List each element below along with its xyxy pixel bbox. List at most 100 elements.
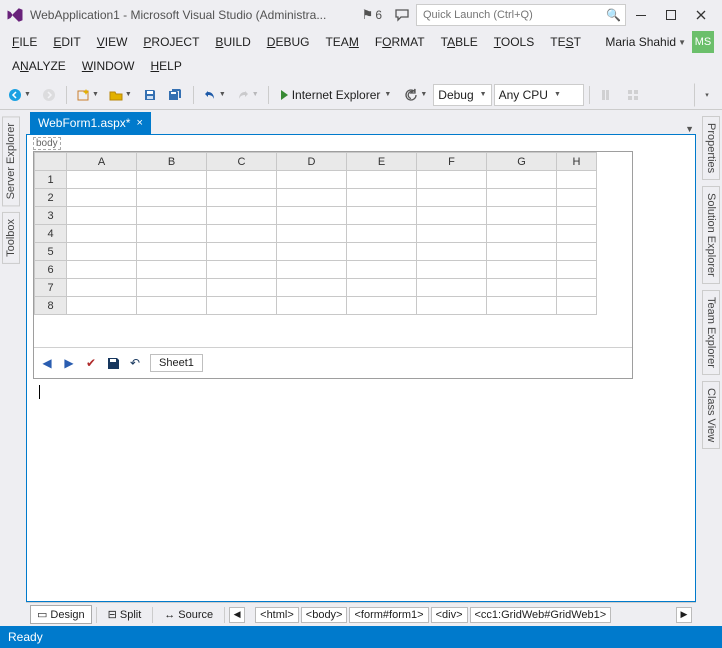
- row-header[interactable]: 2: [35, 189, 67, 207]
- crumb-gridweb[interactable]: <cc1:GridWeb#GridWeb1>: [470, 607, 612, 623]
- right-tool-tabs: Properties Solution Explorer Team Explor…: [700, 110, 722, 626]
- menu-help[interactable]: HELP: [142, 57, 189, 75]
- menu-view[interactable]: VIEW: [89, 33, 136, 51]
- start-debug-button[interactable]: Internet Explorer ▼: [274, 83, 399, 107]
- gridweb-control[interactable]: A B C D E F G H 1 2 3 4 5 6 7: [33, 151, 633, 379]
- user-name[interactable]: Maria Shahid: [605, 35, 676, 49]
- tab-toolbox[interactable]: Toolbox: [2, 212, 20, 264]
- col-header[interactable]: C: [207, 153, 277, 171]
- flag-icon: ⚑: [362, 7, 374, 23]
- grid-commit-icon[interactable]: ✔: [84, 356, 98, 370]
- grid-save-icon[interactable]: [106, 356, 120, 370]
- row-header[interactable]: 5: [35, 243, 67, 261]
- menu-build[interactable]: BUILD: [207, 33, 258, 51]
- nav-forward-button[interactable]: [37, 83, 61, 107]
- new-project-button[interactable]: ▼: [72, 83, 103, 107]
- view-split-button[interactable]: ⊟ Split: [101, 605, 149, 624]
- menu-tools[interactable]: TOOLS: [486, 33, 542, 51]
- crumb-form[interactable]: <form#form1>: [349, 607, 428, 623]
- col-header[interactable]: B: [137, 153, 207, 171]
- col-header[interactable]: E: [347, 153, 417, 171]
- col-header[interactable]: F: [417, 153, 487, 171]
- left-tool-tabs: Server Explorer Toolbox: [0, 110, 22, 626]
- save-button[interactable]: [138, 83, 162, 107]
- search-icon: 🔍: [606, 8, 621, 22]
- col-header[interactable]: D: [277, 153, 347, 171]
- menu-test[interactable]: TEST: [542, 33, 589, 51]
- select-all-corner[interactable]: [35, 153, 67, 171]
- col-header[interactable]: A: [67, 153, 137, 171]
- tab-properties[interactable]: Properties: [702, 116, 720, 180]
- view-design-button[interactable]: ▭ Design: [30, 605, 92, 624]
- notification-count: 6: [375, 8, 382, 22]
- close-button[interactable]: [686, 0, 716, 30]
- quick-launch[interactable]: 🔍: [416, 4, 626, 26]
- maximize-button[interactable]: [656, 0, 686, 30]
- row-header[interactable]: 1: [35, 171, 67, 189]
- menu-debug[interactable]: DEBUG: [259, 33, 318, 51]
- avatar[interactable]: MS: [692, 31, 714, 53]
- menu-window[interactable]: WINDOW: [74, 57, 143, 75]
- solution-platform-combo[interactable]: Any CPU▼: [494, 84, 584, 106]
- row-header[interactable]: 4: [35, 225, 67, 243]
- solution-config-combo[interactable]: Debug▼: [433, 84, 491, 106]
- start-debug-label: Internet Explorer: [292, 88, 381, 102]
- browser-refresh-button[interactable]: ▼: [400, 83, 431, 107]
- crumb-body[interactable]: <body>: [301, 607, 348, 623]
- feedback-icon[interactable]: [394, 7, 410, 23]
- menu-team[interactable]: TEAM: [317, 33, 366, 51]
- designer-surface[interactable]: body A B C D E F G H 1: [26, 134, 696, 602]
- row-header[interactable]: 6: [35, 261, 67, 279]
- toolbar-extra-2[interactable]: [621, 83, 645, 107]
- chevron-down-icon[interactable]: ▼: [678, 38, 686, 47]
- menu-project[interactable]: PROJECT: [135, 33, 207, 51]
- menu-bar-row1: FILE EDIT VIEW PROJECT BUILD DEBUG TEAM …: [0, 30, 722, 54]
- view-source-button[interactable]: ↔ Source: [157, 606, 220, 624]
- menu-format[interactable]: FORMAT: [367, 33, 433, 51]
- title-bar: WebApplication1 - Microsoft Visual Studi…: [0, 0, 722, 30]
- source-icon: ↔: [164, 609, 175, 621]
- save-all-button[interactable]: [164, 83, 188, 107]
- spreadsheet[interactable]: A B C D E F G H 1 2 3 4 5 6 7: [34, 152, 597, 315]
- minimize-button[interactable]: [626, 0, 656, 30]
- menu-file[interactable]: FILE: [4, 33, 45, 51]
- standard-toolbar: ▼ ▼ ▼ ▼ ▼ Internet Explorer ▼ ▼ Debug▼ A…: [0, 80, 722, 110]
- grid-prev-icon[interactable]: ◀: [40, 356, 54, 370]
- doc-tab-webform1[interactable]: WebForm1.aspx* ×: [30, 112, 151, 134]
- toolbar-overflow[interactable]: ▾: [694, 83, 718, 107]
- redo-button[interactable]: ▼: [232, 83, 263, 107]
- notifications[interactable]: ⚑ 6: [362, 7, 382, 23]
- menu-bar-row2: ANALYZE WINDOW HELP: [0, 54, 722, 78]
- grid-undo-icon[interactable]: ↶: [128, 356, 142, 370]
- row-header[interactable]: 3: [35, 207, 67, 225]
- window-title: WebApplication1 - Microsoft Visual Studi…: [30, 8, 326, 22]
- grid-next-icon[interactable]: ▶: [62, 356, 76, 370]
- close-icon[interactable]: ×: [136, 117, 142, 129]
- sheet-tab[interactable]: Sheet1: [150, 354, 203, 372]
- crumb-html[interactable]: <html>: [255, 607, 299, 623]
- status-bar: Ready: [0, 626, 722, 648]
- tag-breadcrumb: <html> <body> <form#form1> <div> <cc1:Gr…: [253, 607, 674, 623]
- doc-tab-label: WebForm1.aspx*: [38, 116, 130, 130]
- split-icon: ⊟: [108, 608, 117, 621]
- quick-launch-input[interactable]: [421, 8, 606, 22]
- undo-button[interactable]: ▼: [199, 83, 230, 107]
- col-header[interactable]: H: [557, 153, 597, 171]
- crumb-left-button[interactable]: ◀: [229, 607, 245, 623]
- crumb-div[interactable]: <div>: [431, 607, 468, 623]
- toolbar-extra-1[interactable]: [595, 83, 619, 107]
- doc-tab-overflow[interactable]: ▼: [679, 124, 700, 134]
- menu-analyze[interactable]: ANALYZE: [4, 57, 74, 75]
- tab-solution-explorer[interactable]: Solution Explorer: [702, 186, 720, 284]
- nav-back-button[interactable]: ▼: [4, 83, 35, 107]
- open-file-button[interactable]: ▼: [105, 83, 136, 107]
- crumb-right-button[interactable]: ▶: [676, 607, 692, 623]
- menu-table[interactable]: TABLE: [433, 33, 486, 51]
- tab-team-explorer[interactable]: Team Explorer: [702, 290, 720, 375]
- col-header[interactable]: G: [487, 153, 557, 171]
- tab-server-explorer[interactable]: Server Explorer: [2, 116, 20, 206]
- row-header[interactable]: 7: [35, 279, 67, 297]
- row-header[interactable]: 8: [35, 297, 67, 315]
- tab-class-view[interactable]: Class View: [702, 381, 720, 449]
- menu-edit[interactable]: EDIT: [45, 33, 88, 51]
